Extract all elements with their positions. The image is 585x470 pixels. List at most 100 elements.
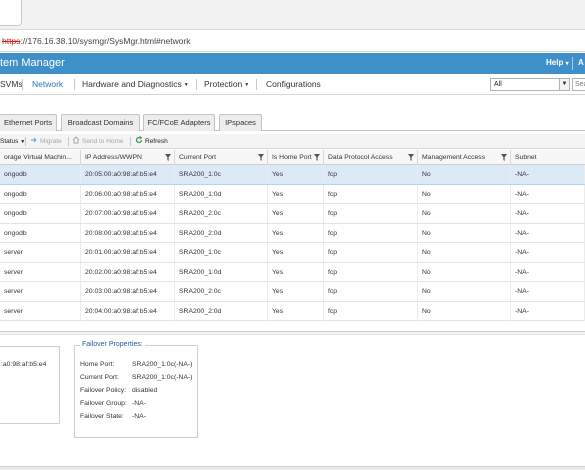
cell-svm: server (0, 301, 81, 321)
cell-data-protocol: fcp (324, 165, 418, 184)
field-label: Failover State: (80, 413, 124, 420)
cell-subnet: -NA- (511, 301, 585, 321)
cell-data-protocol: fcp (324, 184, 418, 204)
cell-current-port: SRA200_1:0d (175, 184, 268, 204)
wwpn-value: :a0:98:af:b5:e4 (1, 361, 47, 368)
column-label: Management Access (422, 154, 486, 161)
cell-data-protocol: fcp (324, 243, 418, 262)
tab-broadcast-domains[interactable]: Broadcast Domains (61, 114, 140, 131)
refresh-icon (135, 136, 143, 144)
table-row[interactable]: ongodb 20:06:00:a0:98:af:b5:e4 SRA200_1:… (0, 184, 585, 204)
table-row[interactable]: server 20:04:00:a0:98:af:b5:e4 SRA200_2:… (0, 301, 585, 321)
main-menu: SVMs Network Hardware and Diagnostics ▼ P… (0, 74, 585, 95)
search-input[interactable]: Sea (572, 78, 585, 91)
cell-current-port: SRA200_1:0d (175, 262, 268, 282)
migrate-button[interactable]: Migrate (30, 136, 62, 147)
toolbar-divider (130, 137, 131, 146)
browser-tab[interactable] (0, 0, 22, 26)
menu-item-svms[interactable]: SVMs (0, 74, 23, 94)
select-value: All (494, 81, 502, 88)
address-bar[interactable]: https://176.16.38.10/sysmgr/SysMgr.html#… (0, 30, 585, 52)
cell-management-access: No (418, 184, 511, 204)
column-label: orage Virtual Machin... (4, 154, 72, 161)
field-value: disabled (132, 387, 158, 394)
cell-ip-wwpn: 20:02:00:a0:98:af:b5:e4 (81, 262, 175, 282)
column-header-management-access[interactable]: Management Access (418, 150, 511, 165)
menu-item-protection[interactable]: Protection ▼ (204, 74, 249, 94)
cell-subnet: -NA- (511, 223, 585, 243)
help-menu-button[interactable]: Help ▾ (546, 58, 569, 67)
menu-divider (256, 79, 257, 90)
cell-subnet: -NA- (511, 184, 585, 204)
cell-current-port: SRA200_2:0d (175, 301, 268, 321)
table-row[interactable]: server 20:03:00:a0:98:af:b5:e4 SRA200_2:… (0, 282, 585, 302)
cell-management-access: No (418, 204, 511, 223)
header-divider (572, 57, 573, 70)
cell-is-home-port: Yes (268, 184, 324, 204)
filter-icon[interactable] (408, 154, 414, 161)
toolbar-divider (68, 137, 69, 146)
refresh-button[interactable]: Refresh (135, 136, 168, 147)
filter-icon[interactable] (314, 154, 320, 161)
cell-management-access: No (418, 223, 511, 243)
cell-is-home-port: Yes (268, 282, 324, 301)
failover-row-current-port: Current Port: SRA200_1:0c(-NA-) (80, 374, 192, 381)
cell-is-home-port: Yes (268, 223, 324, 243)
cell-is-home-port: Yes (268, 262, 324, 282)
failover-row-policy: Failover Policy: disabled (80, 387, 157, 394)
app-header: tem Manager Help ▾ A (0, 53, 585, 74)
failover-row-group: Failover Group: -NA- (80, 400, 146, 407)
menu-item-network[interactable]: Network (32, 74, 63, 94)
cell-svm: ongodb (0, 204, 81, 223)
column-header-ip-wwpn[interactable]: IP Address/WWPN (81, 150, 175, 165)
cell-subnet: -NA- (511, 243, 585, 262)
cell-data-protocol: fcp (324, 301, 418, 321)
column-header-is-home-port[interactable]: Is Home Port (268, 150, 324, 165)
tab-ethernet-ports[interactable]: Ethernet Ports (0, 114, 57, 131)
send-home-label: Send to Home (82, 138, 124, 145)
menu-item-hardware-diagnostics[interactable]: Hardware and Diagnostics ▼ (82, 74, 189, 94)
tab-fc-fcoe-adapters[interactable]: FC/FCoE Adapters (143, 114, 215, 131)
header-menu-cut[interactable]: A (578, 58, 584, 67)
field-value: SRA200_1:0c(-NA-) (132, 361, 193, 368)
field-label: Current Port: (80, 374, 119, 381)
cell-subnet: -NA- (511, 262, 585, 282)
filter-icon[interactable] (501, 154, 507, 161)
menu-divider (74, 79, 75, 90)
send-to-home-button[interactable]: Send to Home (72, 136, 124, 147)
search-scope-select[interactable]: All ▼ (490, 78, 570, 91)
browser-tab-strip (0, 0, 585, 30)
table-row[interactable]: server 20:02:00:a0:98:af:b5:e4 SRA200_1:… (0, 262, 585, 282)
column-header-subnet[interactable]: Subnet (511, 150, 585, 165)
cell-data-protocol: fcp (324, 282, 418, 301)
column-header-svm[interactable]: orage Virtual Machin... (0, 150, 81, 165)
column-header-current-port[interactable]: Current Port (175, 150, 268, 165)
cell-svm: server (0, 282, 81, 301)
grid-toolbar: Status ▼ Migrate Send to Home Refresh (0, 134, 585, 149)
cell-management-access: No (418, 165, 511, 184)
table-row[interactable]: ongodb 20:08:00:a0:98:af:b5:e4 SRA200_2:… (0, 223, 585, 243)
column-header-data-protocol-access[interactable]: Data Protocol Access (324, 150, 418, 165)
status-bar (0, 466, 585, 470)
tab-ipspaces[interactable]: IPspaces (219, 114, 262, 131)
url-text[interactable]: https://176.16.38.10/sysmgr/SysMgr.html#… (2, 36, 191, 46)
cell-current-port: SRA200_2:0d (175, 223, 268, 243)
table-row[interactable]: ongodb 20:07:00:a0:98:af:b5:e4 SRA200_2:… (0, 204, 585, 224)
filter-icon[interactable] (165, 154, 171, 161)
send-home-icon (72, 136, 80, 144)
menu-item-configurations[interactable]: Configurations (266, 74, 321, 94)
cell-subnet: -NA- (511, 204, 585, 223)
lif-table: orage Virtual Machin... IP Address/WWPN … (0, 150, 585, 331)
filter-icon[interactable] (258, 154, 264, 161)
cell-is-home-port: Yes (268, 243, 324, 262)
table-row[interactable]: ongodb 20:05:00:a0:98:af:b5:e4 SRA200_1:… (0, 165, 585, 185)
chevron-down-icon[interactable]: ▼ (559, 79, 569, 90)
cell-subnet: -NA- (511, 282, 585, 301)
status-button[interactable]: Status ▼ (0, 136, 25, 147)
cell-subnet: -NA- (511, 165, 585, 184)
table-row[interactable]: server 20:01:00:a0:98:af:b5:e4 SRA200_1:… (0, 243, 585, 263)
menu-divider (196, 79, 197, 90)
menu-label: Hardware and Diagnostics (82, 79, 182, 89)
column-label: Subnet (515, 154, 537, 161)
menu-divider (22, 79, 23, 90)
